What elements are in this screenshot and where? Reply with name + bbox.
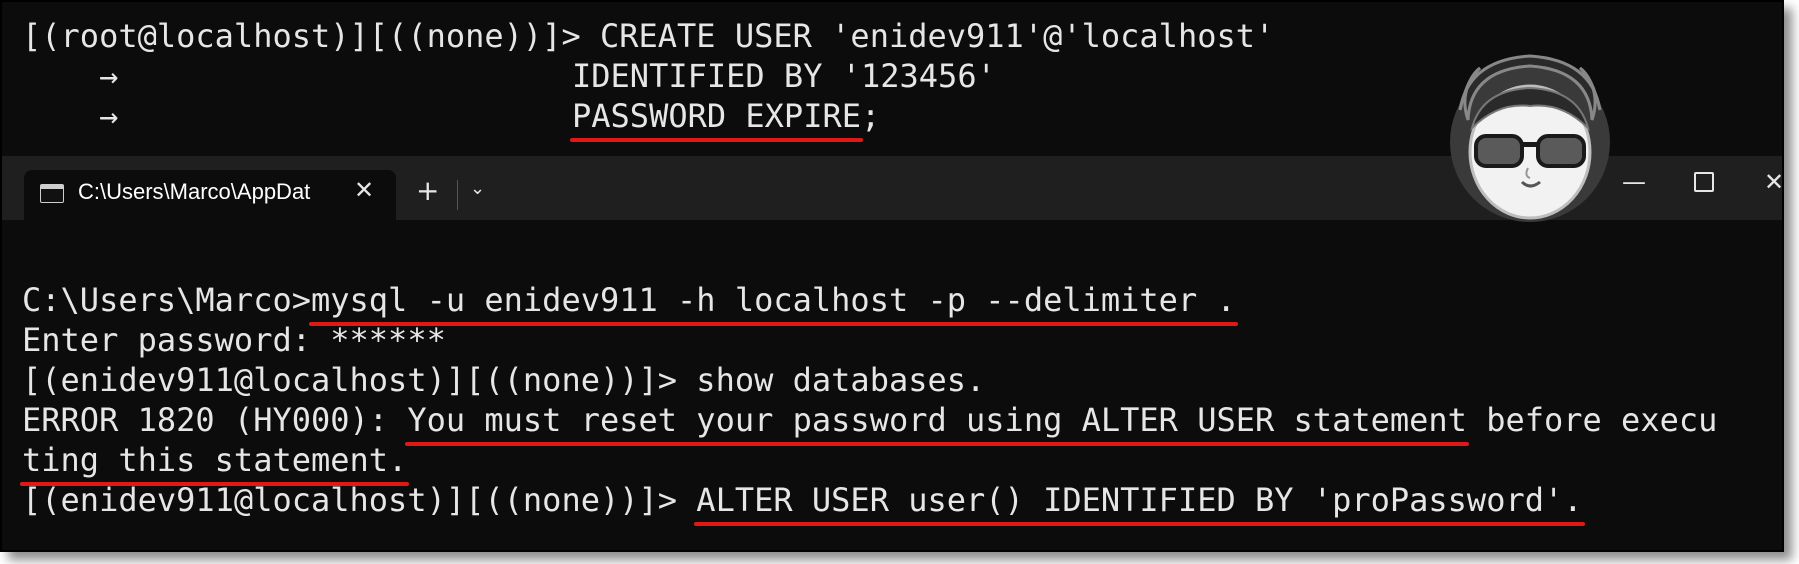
close-window-button[interactable]: ✕	[1764, 168, 1782, 196]
tab-title: C:\Users\Marco\AppDat	[78, 179, 311, 204]
continuation-arrow: →	[22, 57, 119, 95]
mysql-command: mysql -u enidev911 -h localhost -p --del…	[308, 278, 1238, 326]
error-line-wrap: ting this statement.	[19, 438, 410, 486]
continuation-arrow: →	[22, 97, 119, 135]
password-expire-text: PASSWORD EXPIRE	[570, 94, 863, 142]
new-tab-button[interactable]: +	[416, 174, 439, 207]
error-message: You must reset your password using ALTER…	[405, 398, 1469, 446]
continuation-line-expire: → PASSWORD EXPIRE;	[22, 94, 880, 142]
avatar-sunglasses-icon	[1450, 54, 1610, 222]
tab-separator	[457, 180, 458, 210]
error-message-wrap: ting this statement.	[19, 438, 410, 486]
terminal-icon	[40, 184, 64, 203]
alter-user-command: ALTER USER user() IDENTIFIED BY 'proPass…	[694, 478, 1585, 526]
tab-terminal[interactable]: C:\Users\Marco\AppDat ✕	[24, 170, 396, 220]
mysql-prompt: [(enidev911@localhost)][((none))]>	[22, 481, 697, 519]
tab-close-icon[interactable]: ✕	[354, 176, 374, 204]
create-user-line: [(root@localhost)][((none))]> CREATE USE…	[22, 17, 1275, 55]
semicolon: ;	[860, 97, 881, 135]
main-terminal-pane[interactable]: C:\Users\Marco>mysql -u enidev911 -h loc…	[2, 220, 1782, 550]
mysql-command-line: C:\Users\Marco>mysql -u enidev911 -h loc…	[22, 278, 1238, 326]
enter-password-line: Enter password: ******	[22, 321, 446, 359]
show-databases-line: [(enidev911@localhost)][((none))]> show …	[22, 361, 986, 399]
screenshot-frame: [(root@localhost)][((none))]> CREATE USE…	[0, 0, 1784, 552]
maximize-button[interactable]	[1694, 168, 1714, 198]
error-message-tail: before execu	[1466, 401, 1718, 439]
cmd-prompt: C:\Users\Marco>	[22, 281, 311, 319]
chevron-down-icon[interactable]: ⌄	[470, 178, 485, 199]
maximize-icon	[1694, 172, 1714, 192]
continuation-line-identified: → IDENTIFIED BY '123456'	[22, 54, 996, 98]
identified-by-text: IDENTIFIED BY '123456'	[572, 57, 996, 95]
error-line: ERROR 1820 (HY000): You must reset your …	[22, 398, 1718, 446]
error-code: ERROR 1820 (HY000):	[22, 401, 408, 439]
minimize-button[interactable]: —	[1622, 168, 1646, 196]
alter-user-line: [(enidev911@localhost)][((none))]> ALTER…	[22, 478, 1585, 526]
